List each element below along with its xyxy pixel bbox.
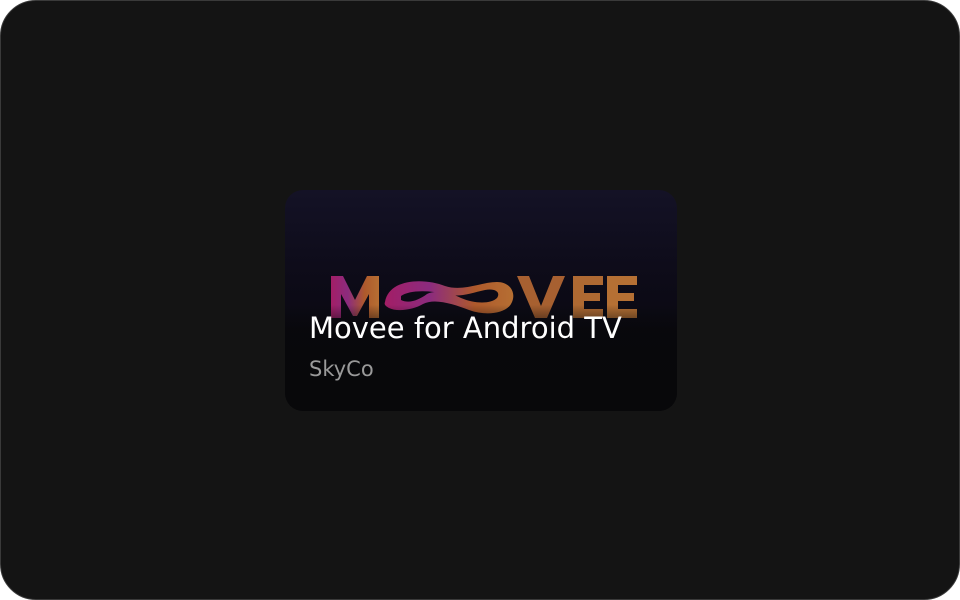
- tv-screen: Movee for Android TV SkyCo: [0, 0, 960, 600]
- app-title: Movee for Android TV: [309, 311, 622, 345]
- app-card[interactable]: Movee for Android TV SkyCo: [285, 190, 677, 411]
- app-developer: SkyCo: [309, 357, 374, 381]
